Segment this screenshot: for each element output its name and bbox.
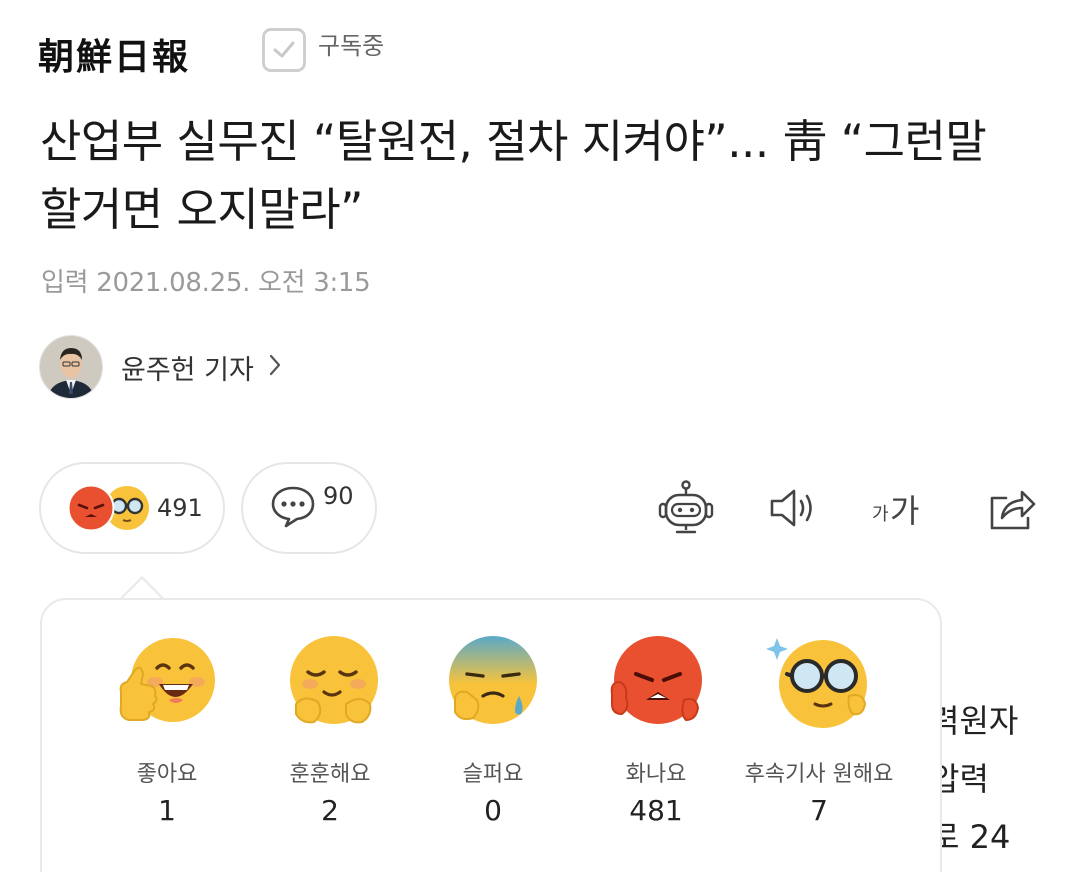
reaction-warm[interactable]: 훈훈해요 2 <box>245 634 415 827</box>
reaction-sad[interactable]: 슬퍼요 0 <box>408 634 578 827</box>
article-page: 朝鮮日報 구독중 산업부 실무진 “탈원전, 절차 지켜야”... 靑 “그런말… <box>0 0 1080 872</box>
reaction-count: 481 <box>629 794 683 827</box>
article-headline: 산업부 실무진 “탈원전, 절차 지켜야”... 靑 “그런말 할거면 오지말라… <box>40 115 987 236</box>
warm-emoji-icon <box>290 636 378 724</box>
reaction-label: 후속기사 원해요 <box>744 762 894 787</box>
reaction-count: 1 <box>158 794 176 827</box>
reporter-link[interactable]: 윤주헌 기자 <box>39 335 282 399</box>
reaction-count: 2 <box>321 794 339 827</box>
reaction-count: 7 <box>810 794 828 827</box>
press-logo[interactable]: 朝鮮日報 <box>38 28 190 80</box>
robot-summary-icon[interactable] <box>656 478 716 538</box>
check-icon[interactable] <box>262 28 306 72</box>
svg-text:가: 가 <box>872 504 889 525</box>
article-toolbar: 가 가 <box>0 478 1080 538</box>
reaction-label: 훈훈해요 <box>289 762 371 787</box>
subscribe-label[interactable]: 구독중 <box>318 26 384 61</box>
reaction-like[interactable]: 좋아요 1 <box>82 634 252 827</box>
reaction-angry[interactable]: 화나요 481 <box>571 634 741 827</box>
sad-emoji-icon <box>449 636 537 724</box>
reaction-popup: 좋아요 1 훈훈해요 2 슬퍼요 0 화나요 481 후속기사 원해요 7 <box>40 598 942 872</box>
reporter-avatar[interactable] <box>39 335 103 399</box>
publish-date: 입력 2021.08.25. 오전 3:15 <box>41 268 371 298</box>
reporter-name[interactable]: 윤주헌 기자 <box>121 348 254 387</box>
reaction-label: 좋아요 <box>136 762 198 787</box>
body-line: 압력 <box>930 760 989 798</box>
glasses-emoji-icon <box>766 638 867 728</box>
body-line: 력원자 <box>930 702 1019 740</box>
speaker-icon[interactable] <box>766 478 822 538</box>
body-line: 로 24 <box>930 818 1011 856</box>
angry-emoji-icon <box>610 636 702 724</box>
article-body-fragment: 력원자 압력 로 24 <box>930 692 1018 866</box>
reaction-label: 슬퍼요 <box>462 762 524 787</box>
subscribe-toggle[interactable]: 구독중 <box>262 28 384 72</box>
chevron-right-icon[interactable] <box>268 353 282 381</box>
thumbs-up-emoji-icon <box>119 638 215 722</box>
reaction-want-followup[interactable]: 후속기사 원해요 7 <box>734 634 904 827</box>
reaction-count: 0 <box>484 794 502 827</box>
share-icon[interactable] <box>984 478 1040 538</box>
svg-text:가: 가 <box>890 492 919 530</box>
reaction-label: 화나요 <box>625 762 687 787</box>
font-size-icon[interactable]: 가 가 <box>868 478 932 538</box>
